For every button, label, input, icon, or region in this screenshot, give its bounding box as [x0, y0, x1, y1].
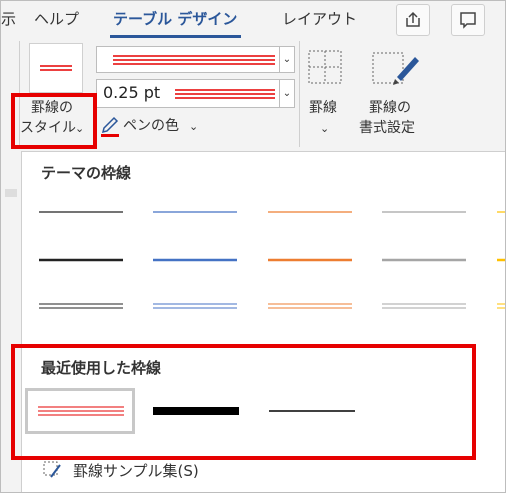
recent-border-thin-black[interactable] — [263, 396, 363, 426]
theme-borders-title: テーマの枠線 — [41, 164, 132, 182]
recent-triple-red-line — [38, 406, 124, 416]
theme-borders-grid — [39, 211, 505, 309]
comments-button[interactable] — [451, 4, 485, 36]
chevron-down-icon[interactable]: ⌄ — [279, 47, 294, 72]
tab-table-design[interactable]: テーブル デザイン — [113, 8, 237, 29]
active-tab-indicator — [110, 35, 241, 38]
recent-borders-title: 最近使用した枠線 — [41, 359, 162, 377]
line-style-select[interactable]: ⌄ — [96, 46, 295, 73]
borders-button[interactable]: 罫線 ⌄ — [303, 47, 349, 143]
border-styles-label-2: スタイル — [20, 120, 76, 136]
border-styles-button[interactable]: 罫線の スタイル ⌄ — [17, 99, 91, 143]
chevron-down-icon: ⌄ — [75, 122, 85, 135]
chevron-down-icon: ⌄ — [320, 122, 330, 135]
window-frame: 示 ヘルプ テーブル デザイン レイアウト ⌄ 0.25 pt ⌄ 罫線の スタ… — [0, 0, 506, 493]
triple-line-style-icon — [113, 55, 275, 65]
ribbon-tab-bar: 示 ヘルプ テーブル デザイン レイアウト — [1, 1, 505, 39]
comment-icon — [460, 12, 476, 29]
chevron-down-icon[interactable]: ⌄ — [279, 80, 294, 107]
double-line-preview-icon — [40, 65, 72, 71]
pen-color-label: ペンの色 — [123, 118, 179, 134]
theme-border-row-double — [39, 303, 505, 309]
pen-style-preview[interactable] — [29, 43, 83, 93]
weight-line-icon — [175, 89, 275, 99]
border-sampler-menu-item[interactable]: 罫線サンプル集(S) — [73, 460, 199, 481]
line-weight-select[interactable]: 0.25 pt ⌄ — [96, 79, 295, 108]
tab-partial[interactable]: 示 — [1, 8, 16, 29]
share-icon — [406, 11, 420, 27]
borders-grid-icon — [308, 50, 342, 84]
border-format-label-2: 書式設定 — [359, 120, 415, 136]
pen-icon — [101, 116, 119, 137]
border-painter-icon — [372, 52, 419, 85]
ribbon-separator — [299, 41, 300, 147]
share-button[interactable] — [396, 4, 430, 36]
ruler-marker — [5, 189, 17, 197]
border-format-button[interactable]: 罫線の 書式設定 — [359, 47, 433, 143]
tab-layout[interactable]: レイアウト — [282, 8, 357, 29]
chevron-down-icon: ⌄ — [189, 120, 199, 133]
border-sampler-icon — [43, 461, 61, 478]
recent-border-thick-black[interactable] — [147, 396, 247, 426]
borders-label: 罫線 — [309, 100, 337, 116]
tab-help[interactable]: ヘルプ — [34, 8, 79, 29]
border-format-label-1: 罫線の — [369, 100, 411, 116]
recent-border-selected[interactable] — [25, 388, 135, 434]
border-styles-label-1: 罫線の — [31, 100, 73, 116]
pen-color-button[interactable]: ペンの色 ⌄ — [99, 113, 209, 139]
